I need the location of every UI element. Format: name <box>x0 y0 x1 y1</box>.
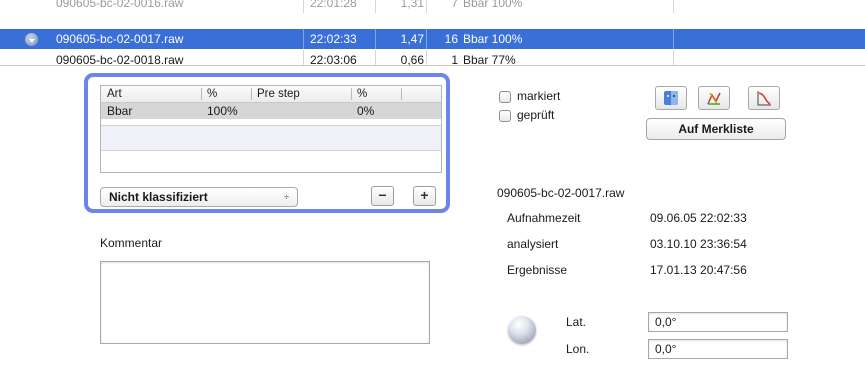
add-row-button[interactable]: + <box>413 186 436 206</box>
finder-button[interactable] <box>655 86 687 110</box>
lon-label: Lon. <box>566 342 590 356</box>
table-row-empty[interactable] <box>101 126 441 150</box>
globe-icon[interactable] <box>508 316 536 344</box>
classification-popup[interactable]: Nicht klassifiziert ÷ <box>100 187 298 207</box>
file-count: 7 <box>451 0 458 10</box>
finder-icon <box>664 91 678 105</box>
markiert-checkbox[interactable] <box>499 91 511 103</box>
file-row-selected[interactable]: 090605-bc-02-0017.raw 22:02:33 1,47 16 B… <box>0 29 865 49</box>
info-label: Ergebnisse <box>507 263 568 277</box>
file-name: 090605-bc-02-0016.raw <box>56 0 184 10</box>
column-header-art[interactable]: Art <box>107 86 122 102</box>
info-value: 03.10.10 23:36:54 <box>650 237 747 251</box>
classification-table: Art % Pre step % Bbar 100% 0% <box>100 85 442 173</box>
markiert-label: markiert <box>517 89 561 103</box>
column-header-percent[interactable]: % <box>207 86 217 102</box>
file-count: 16 <box>444 32 458 46</box>
file-row[interactable]: 090605-bc-02-0016.raw 22:01:28 1,31 7 Bb… <box>0 0 865 13</box>
merkliste-button[interactable]: Auf Merkliste <box>646 118 786 140</box>
lon-field[interactable]: 0,0° <box>648 339 788 359</box>
file-time: 22:02:33 <box>310 32 357 46</box>
file-row[interactable]: 090605-bc-02-0018.raw 22:03:06 0,66 1 Bb… <box>0 50 865 66</box>
lat-field[interactable]: 0,0° <box>648 312 788 332</box>
column-header-pre-step[interactable]: Pre step <box>257 86 300 102</box>
info-filename: 090605-bc-02-0017.raw <box>497 186 625 200</box>
comment-label: Kommentar <box>100 236 163 250</box>
file-value: 0,66 <box>400 53 424 66</box>
divider <box>0 65 865 66</box>
file-time: 22:03:06 <box>310 53 357 66</box>
geprueft-checkbox[interactable] <box>499 110 511 122</box>
info-label: Aufnahmezeit <box>507 211 581 225</box>
chart-button[interactable] <box>698 86 730 110</box>
file-time: 22:01:28 <box>310 0 357 10</box>
comment-textarea[interactable] <box>100 261 430 344</box>
info-value: 17.01.13 20:47:56 <box>650 263 747 277</box>
table-row[interactable]: Bbar 100% 0% <box>101 103 441 119</box>
file-result: Bbar 100% <box>463 0 523 10</box>
file-table: 090605-bc-02-0016.raw 22:01:28 1,31 7 Bb… <box>0 0 865 66</box>
geprueft-label: geprüft <box>517 108 555 122</box>
popup-arrows-icon: ÷ <box>284 192 289 202</box>
popup-value: Nicht klassifiziert <box>109 190 208 204</box>
column-header-percent-2[interactable]: % <box>357 86 367 102</box>
file-value: 1,47 <box>400 32 424 46</box>
file-value: 1,31 <box>400 0 424 10</box>
chart-icon <box>707 92 721 106</box>
disclosure-icon[interactable] <box>25 33 38 46</box>
cell-percent-2: 0% <box>357 104 375 118</box>
table-header: Art % Pre step % <box>101 86 441 103</box>
file-count: 1 <box>451 53 458 66</box>
info-value: 09.06.05 22:02:33 <box>650 211 747 225</box>
file-result: Bbar 77% <box>463 53 516 66</box>
info-label: analysiert <box>507 237 559 251</box>
cell-percent: 100% <box>207 104 238 118</box>
file-name: 090605-bc-02-0018.raw <box>56 53 184 66</box>
file-result: Bbar 100% <box>463 32 523 46</box>
file-name: 090605-bc-02-0017.raw <box>56 32 184 46</box>
remove-row-button[interactable]: − <box>371 186 394 206</box>
curve-button[interactable] <box>748 86 780 110</box>
cell-art: Bbar <box>107 104 133 118</box>
lat-label: Lat. <box>566 315 587 329</box>
curve-icon <box>757 91 771 106</box>
